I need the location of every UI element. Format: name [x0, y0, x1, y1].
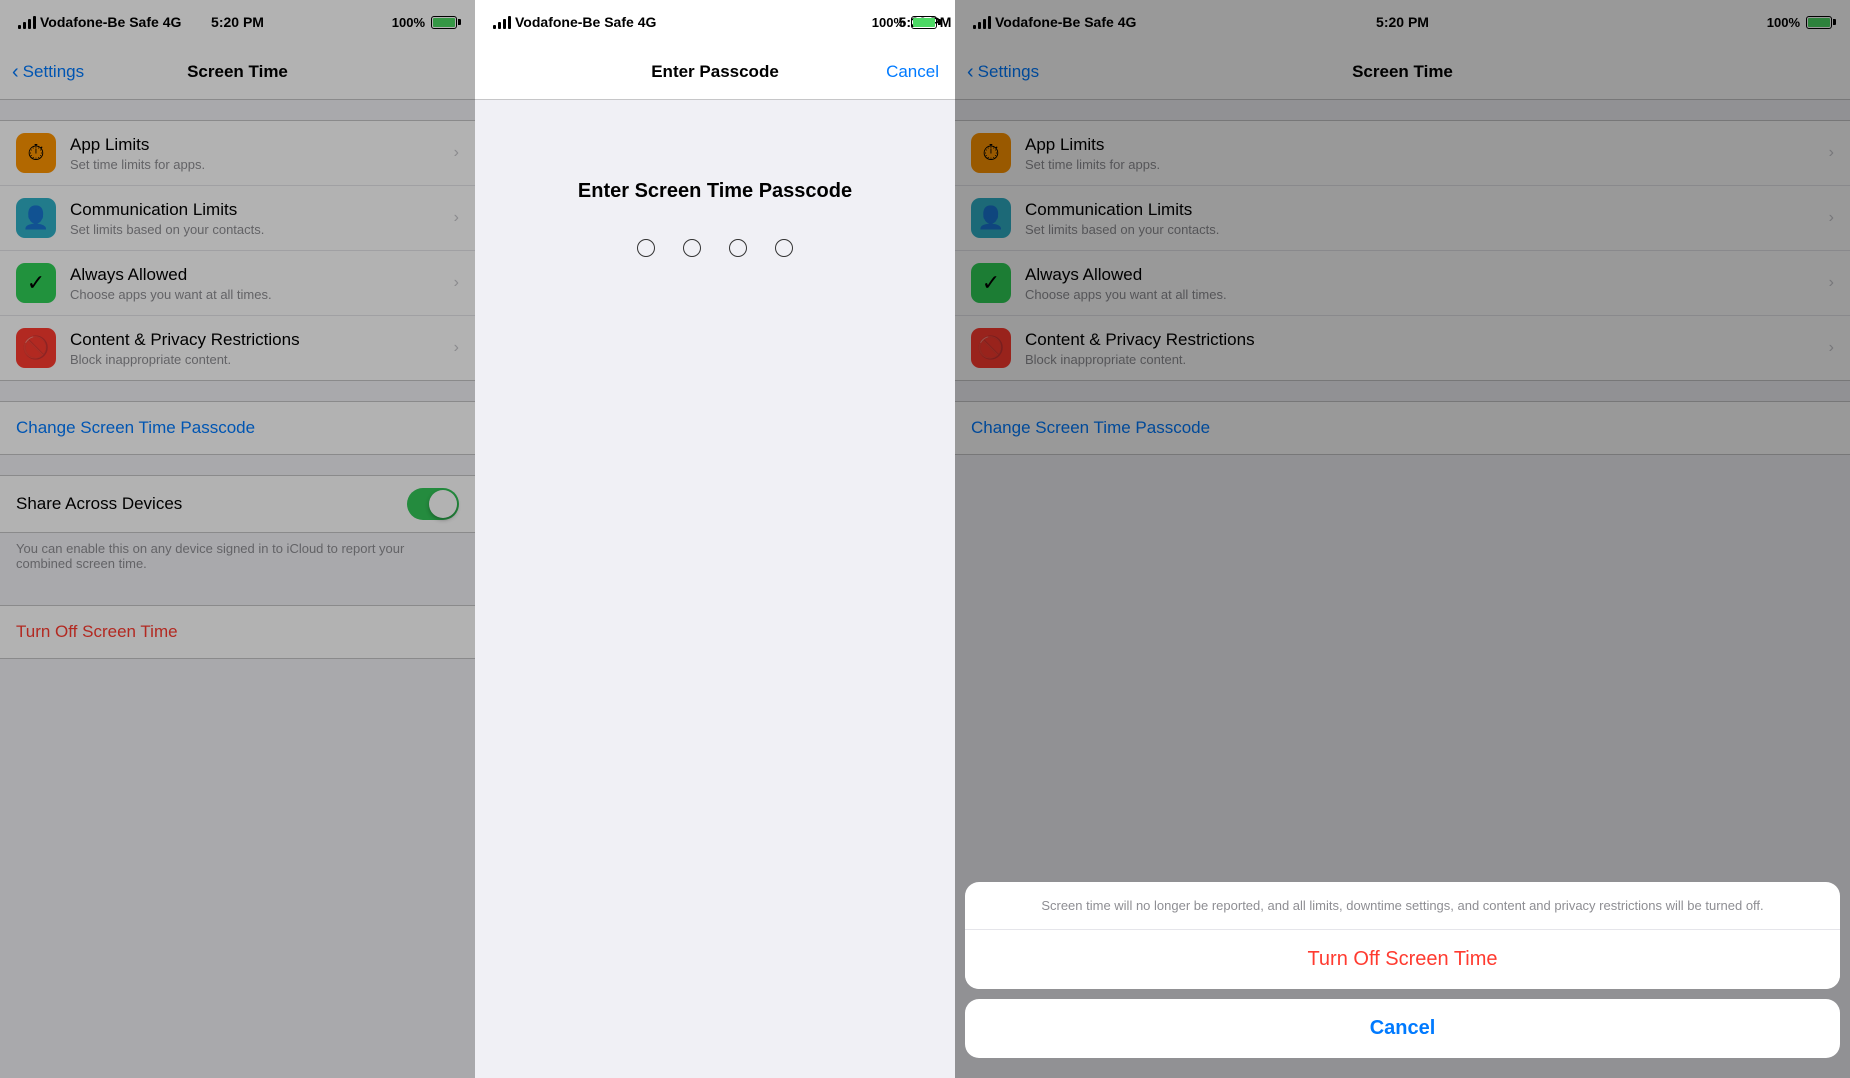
passcode-dot-1: [637, 239, 655, 257]
share-label-1: Share Across Devices: [16, 494, 407, 514]
app-limits-text-1: App Limits Set time limits for apps.: [70, 135, 446, 172]
carrier-1: Vodafone-Be Safe: [40, 14, 159, 30]
battery-pct-1: 100%: [392, 15, 425, 30]
battery-fill-1: [433, 18, 455, 27]
change-passcode-label-1: Change Screen Time Passcode: [16, 418, 255, 437]
status-bar-1: Vodafone-Be Safe 4G 5:20 PM 100%: [0, 0, 475, 44]
always-allowed-subtitle-1: Choose apps you want at all times.: [70, 287, 446, 302]
main-settings-group-1: ⏱ App Limits Set time limits for apps. ›…: [0, 120, 475, 381]
change-passcode-row-1[interactable]: Change Screen Time Passcode: [0, 401, 475, 455]
content-privacy-title-1: Content & Privacy Restrictions: [70, 330, 446, 350]
passcode-body: Enter Screen Time Passcode: [475, 100, 955, 1078]
settings-content-1: ⏱ App Limits Set time limits for apps. ›…: [0, 100, 475, 1078]
battery-icon-1: [431, 16, 457, 29]
app-limits-row-1[interactable]: ⏱ App Limits Set time limits for apps. ›: [0, 121, 475, 186]
comm-limits-title-1: Communication Limits: [70, 200, 446, 220]
time-1: 5:20 PM: [211, 14, 264, 30]
comm-limits-row-1[interactable]: 👤 Communication Limits Set limits based …: [0, 186, 475, 251]
content-privacy-subtitle-1: Block inappropriate content.: [70, 352, 446, 367]
app-limits-icon-1: ⏱: [16, 133, 56, 173]
action-sheet-cancel-button[interactable]: Cancel: [965, 999, 1840, 1058]
share-toggle-row-1[interactable]: Share Across Devices: [0, 475, 475, 533]
battery-fill-2: [913, 18, 935, 27]
turn-off-screen-time-button[interactable]: Turn Off Screen Time: [965, 930, 1840, 989]
status-left-1: Vodafone-Be Safe 4G: [18, 14, 181, 30]
network-2: 4G: [638, 14, 657, 30]
status-right-1: 100%: [392, 15, 457, 30]
passcode-dot-4: [775, 239, 793, 257]
turn-off-row-1[interactable]: Turn Off Screen Time: [0, 605, 475, 659]
always-allowed-icon-1: ✓: [16, 263, 56, 303]
action-sheet: Screen time will no longer be reported, …: [955, 882, 1850, 1078]
chevron-icon-1c: ›: [454, 274, 459, 292]
chevron-icon-1a: ›: [454, 144, 459, 162]
status-bar-2: Vodafone-Be Safe 4G 5:20 PM 100%: [475, 0, 955, 44]
app-limits-subtitle-1: Set time limits for apps.: [70, 157, 446, 172]
panel-3: Vodafone-Be Safe 4G 5:20 PM 100% ‹ Setti…: [955, 0, 1850, 1078]
signal-icon-2: [493, 15, 511, 29]
passcode-prompt: Enter Screen Time Passcode: [578, 180, 852, 203]
comm-limits-subtitle-1: Set limits based on your contacts.: [70, 222, 446, 237]
app-limits-title-1: App Limits: [70, 135, 446, 155]
network-1: 4G: [163, 14, 182, 30]
chevron-icon-1b: ›: [454, 209, 459, 227]
always-allowed-title-1: Always Allowed: [70, 265, 446, 285]
share-desc-1: You can enable this on any device signed…: [0, 533, 475, 585]
action-sheet-desc: Screen time will no longer be reported, …: [965, 882, 1840, 930]
passcode-nav: Enter Passcode Cancel: [475, 44, 955, 100]
panel-1: Vodafone-Be Safe 4G 5:20 PM 100% ‹ Setti…: [0, 0, 475, 1078]
passcode-nav-title: Enter Passcode: [651, 62, 779, 82]
nav-title-1: Screen Time: [187, 62, 288, 82]
passcode-dot-2: [683, 239, 701, 257]
toggle-knob-1: [429, 490, 457, 518]
content-privacy-row-1[interactable]: 🚫 Content & Privacy Restrictions Block i…: [0, 316, 475, 380]
comm-limits-icon-1: 👤: [16, 198, 56, 238]
turn-off-label-1: Turn Off Screen Time: [16, 622, 178, 641]
always-allowed-text-1: Always Allowed Choose apps you want at a…: [70, 265, 446, 302]
passcode-dot-3: [729, 239, 747, 257]
comm-limits-text-1: Communication Limits Set limits based on…: [70, 200, 446, 237]
chevron-icon-1d: ›: [454, 339, 459, 357]
back-label-1: Settings: [23, 62, 84, 82]
content-privacy-icon-1: 🚫: [16, 328, 56, 368]
nav-bar-1: ‹ Settings Screen Time: [0, 44, 475, 100]
carrier-2: Vodafone-Be Safe: [515, 14, 634, 30]
always-allowed-row-1[interactable]: ✓ Always Allowed Choose apps you want at…: [0, 251, 475, 316]
passcode-dots: [637, 239, 793, 257]
action-sheet-main: Screen time will no longer be reported, …: [965, 882, 1840, 989]
chevron-left-icon-1: ‹: [12, 62, 19, 82]
signal-icon-1: [18, 15, 36, 29]
share-toggle-1[interactable]: [407, 488, 459, 520]
battery-icon-2: [911, 16, 937, 29]
cancel-button[interactable]: Cancel: [886, 62, 939, 82]
panel-2: Vodafone-Be Safe 4G 5:20 PM 100% Enter P…: [475, 0, 955, 1078]
rows-group-1: ⏱ App Limits Set time limits for apps. ›…: [0, 120, 475, 381]
back-button-1[interactable]: ‹ Settings: [12, 62, 84, 82]
status-left-2: Vodafone-Be Safe 4G: [493, 14, 656, 30]
content-privacy-text-1: Content & Privacy Restrictions Block ina…: [70, 330, 446, 367]
